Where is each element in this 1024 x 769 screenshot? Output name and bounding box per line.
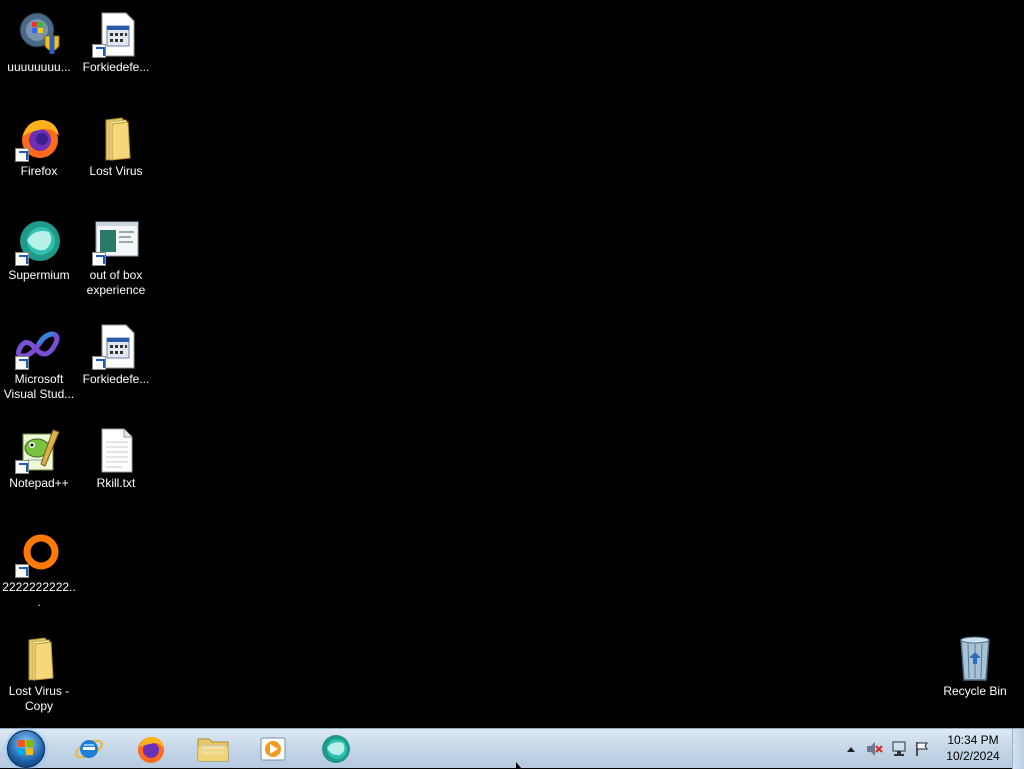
desktop-icon-firefox[interactable]: Firefox <box>1 108 77 179</box>
control-panel-shield-icon <box>15 10 63 58</box>
start-button[interactable] <box>4 730 48 768</box>
folder-icon <box>15 634 63 682</box>
desktop-icon-visual-studio[interactable]: Microsoft Visual Stud... <box>1 316 77 402</box>
desktop-icon-rkill-txt[interactable]: Rkill.txt <box>78 420 154 491</box>
desktop-icon-forkiedefe-1[interactable]: Forkiedefe... <box>78 4 154 75</box>
desktop-icon-forkiedefe-2[interactable]: Forkiedefe... <box>78 316 154 387</box>
orange-ring-icon <box>15 530 63 578</box>
desktop-icon-uuuuuuuu[interactable]: uuuuuuuu... <box>1 4 77 75</box>
shortcut-arrow-icon <box>92 356 106 370</box>
taskbar-supermium[interactable] <box>309 731 363 767</box>
desktop-icon-recycle-bin[interactable]: Recycle Bin <box>937 628 1013 699</box>
shortcut-arrow-icon <box>15 460 29 474</box>
shortcut-arrow-icon <box>15 252 29 266</box>
desktop-icon-label: Notepad++ <box>9 476 69 490</box>
recycle-bin-icon <box>951 634 999 682</box>
shortcut-arrow-icon <box>92 252 106 266</box>
oobe-window-icon <box>92 218 140 266</box>
desktop-icon-label: Rkill.txt <box>96 476 136 490</box>
taskbar-internet-explorer[interactable] <box>62 731 116 767</box>
text-file-icon <box>92 426 140 474</box>
desktop-icon-label: Lost Virus <box>89 164 143 178</box>
desktop-icon-lost-virus-copy[interactable]: Lost Virus - Copy <box>1 628 77 714</box>
supermium-icon <box>15 218 63 266</box>
desktop-icon-label: Lost Virus - Copy <box>8 684 70 713</box>
show-hidden-icons-icon[interactable] <box>845 741 861 757</box>
desktop-icon-out-of-box-experience[interactable]: out of box experience <box>78 212 154 298</box>
windows-flag-icon <box>18 740 34 756</box>
shortcut-arrow-icon <box>15 356 29 370</box>
desktop-icon-label: out of box experience <box>86 268 146 297</box>
desktop-icon-label: Forkiedefe... <box>82 372 150 386</box>
shortcut-arrow-icon <box>15 564 29 578</box>
desktop-icon-label: Recycle Bin <box>943 684 1007 698</box>
desktop: uuuuuuuu... Forkiedefe... Firefox Lost V… <box>0 0 1024 728</box>
media-player-icon <box>260 737 286 761</box>
clock-time: 10:34 PM <box>947 733 999 747</box>
desktop-icon-supermium[interactable]: Supermium <box>1 212 77 283</box>
desktop-icon-notepad-plus-plus[interactable]: Notepad++ <box>1 420 77 491</box>
taskbar-firefox[interactable] <box>124 731 178 767</box>
folder-icon <box>92 114 140 162</box>
system-clock[interactable]: 10:34 PM 10/2/2024 <box>938 732 1008 764</box>
show-desktop-button[interactable] <box>1012 729 1024 769</box>
desktop-icon-label: uuuuuuuu... <box>7 60 71 74</box>
desktop-icon-label: Supermium <box>8 268 70 282</box>
desktop-icon-label: 2222222222... <box>2 580 76 609</box>
supermium-icon <box>322 735 350 763</box>
firefox-icon <box>15 114 63 162</box>
desktop-icon-label: Microsoft Visual Stud... <box>3 372 75 401</box>
notepad-plus-plus-icon <box>15 426 63 474</box>
internet-explorer-icon <box>75 739 103 759</box>
desktop-icon-lost-virus[interactable]: Lost Virus <box>78 108 154 179</box>
network-icon[interactable] <box>890 741 906 757</box>
visual-studio-icon <box>15 322 63 370</box>
taskbar-file-explorer[interactable] <box>186 731 240 767</box>
mouse-cursor <box>516 762 521 768</box>
desktop-icon-label: Forkiedefe... <box>82 60 150 74</box>
clock-date: 10/2/2024 <box>946 749 1000 763</box>
shortcut-arrow-icon <box>92 44 106 58</box>
start-orb-icon <box>7 730 45 768</box>
program-window-icon <box>92 10 140 58</box>
action-center-flag-icon[interactable] <box>914 741 930 757</box>
taskbar: 10:34 PM 10/2/2024 <box>0 728 1024 769</box>
desktop-icon-2222222222[interactable]: 2222222222... <box>1 524 77 610</box>
program-window-icon <box>92 322 140 370</box>
volume-muted-icon[interactable] <box>866 741 883 757</box>
folder-icon <box>197 738 229 762</box>
desktop-icon-label: Firefox <box>20 164 58 178</box>
shortcut-arrow-icon <box>15 148 29 162</box>
taskbar-media-player[interactable] <box>246 731 300 767</box>
firefox-icon <box>138 736 164 763</box>
